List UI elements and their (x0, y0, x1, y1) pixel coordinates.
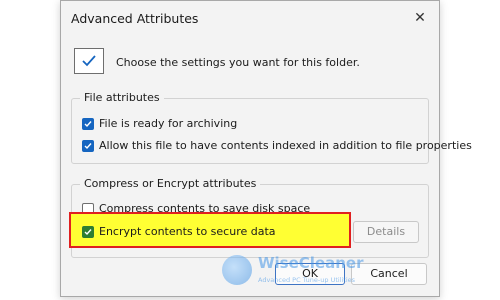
compress-encrypt-legend: Compress or Encrypt attributes (80, 177, 261, 190)
archive-checkbox-row[interactable]: File is ready for archiving (82, 117, 237, 130)
archive-label: File is ready for archiving (99, 117, 238, 130)
title-bar: Advanced Attributes ✕ (61, 1, 439, 37)
encrypt-checkbox[interactable] (82, 225, 94, 238)
ok-button[interactable]: OK (275, 263, 345, 285)
intro-text: Choose the settings you want for this fo… (116, 56, 360, 69)
cancel-button[interactable]: Cancel (351, 263, 427, 285)
folder-attributes-icon (74, 48, 104, 74)
encrypt-label: Encrypt contents to secure data (99, 225, 276, 238)
file-attributes-legend: File attributes (80, 91, 164, 104)
encrypt-checkbox-row[interactable]: Encrypt contents to secure data (82, 225, 276, 238)
details-button[interactable]: Details (353, 221, 419, 243)
close-icon[interactable]: ✕ (409, 7, 431, 29)
archive-checkbox[interactable] (82, 117, 94, 130)
index-checkbox[interactable] (82, 139, 94, 152)
advanced-attributes-dialog: Advanced Attributes ✕ Choose the setting… (60, 0, 472, 297)
index-checkbox-row[interactable]: Allow this file to have contents indexed… (82, 139, 472, 152)
dialog-title: Advanced Attributes (71, 11, 199, 26)
file-attributes-group: File attributes File is ready for archiv… (71, 91, 472, 164)
index-label: Allow this file to have contents indexed… (99, 139, 472, 152)
